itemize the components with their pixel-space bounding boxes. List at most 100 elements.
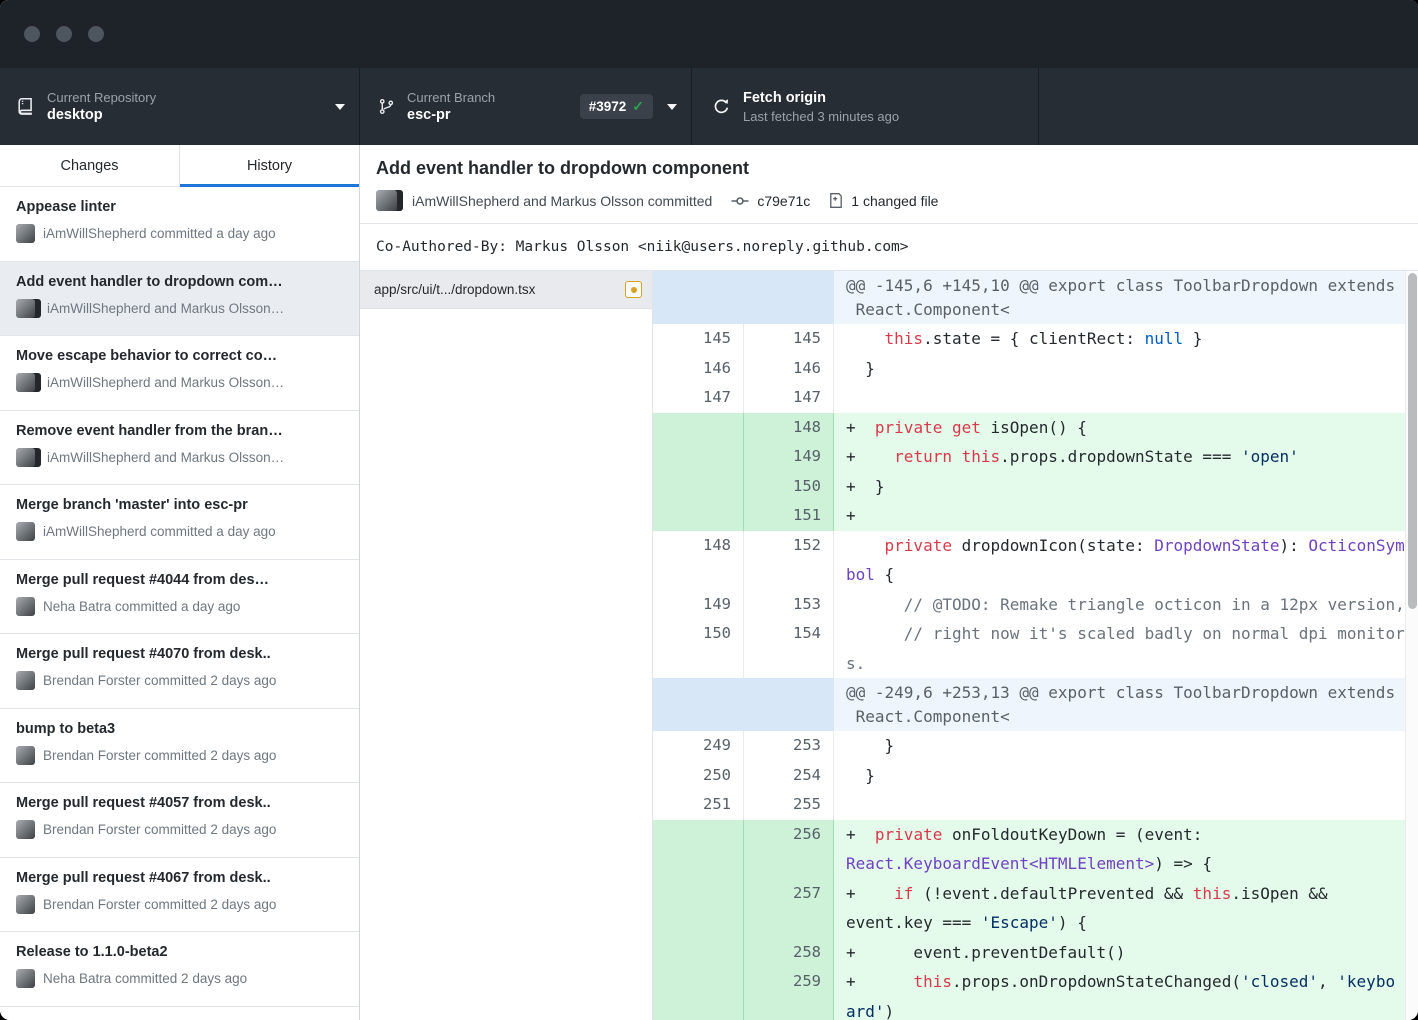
new-line-number: 255 bbox=[743, 790, 833, 820]
history-sidebar: Changes History Appease linteriAmWillShe… bbox=[0, 145, 360, 1020]
fetch-origin-button[interactable]: Fetch origin Last fetched 3 minutes ago bbox=[692, 68, 1039, 145]
commit-item-title: Remove event handler from the bran… bbox=[16, 421, 345, 441]
current-repository-button[interactable]: Current Repository desktop bbox=[0, 68, 360, 145]
commit-list-item[interactable]: Appease linteriAmWillShepherd committed … bbox=[0, 187, 359, 262]
new-line-number bbox=[743, 678, 833, 731]
new-line-number: 253 bbox=[743, 731, 833, 761]
diff-area: app/src/ui/t.../dropdown.tsx @@ -145,6 +… bbox=[360, 271, 1418, 1020]
new-line-number bbox=[743, 271, 833, 324]
commit-item-meta: Neha Batra committed 2 days ago bbox=[43, 971, 247, 986]
commit-item-meta: Brendan Forster committed 2 days ago bbox=[43, 748, 276, 763]
commit-byline: iAmWillShepherd and Markus Olsson commit… bbox=[412, 193, 712, 209]
commit-item-meta-row: Brendan Forster committed 2 days ago bbox=[16, 820, 345, 839]
commit-item-meta-row: iAmWillShepherd and Markus Olsson… bbox=[16, 373, 345, 392]
old-line-number bbox=[653, 442, 743, 472]
app-window: Current Repository desktop Current Branc… bbox=[0, 0, 1418, 1020]
diff-line-row: 258+ event.preventDefault() bbox=[653, 938, 1418, 968]
old-line-number bbox=[653, 678, 743, 731]
toolbar: Current Repository desktop Current Branc… bbox=[0, 68, 1418, 145]
commit-item-title: Move escape behavior to correct co… bbox=[16, 346, 345, 366]
new-line-number: 151 bbox=[743, 501, 833, 531]
repo-icon bbox=[16, 97, 35, 116]
diff-hunk-row: @@ -249,6 +253,13 @@ export class Toolba… bbox=[653, 678, 1418, 731]
pr-check-icon: ✓ bbox=[632, 98, 644, 115]
old-line-number: 146 bbox=[653, 354, 743, 384]
diff-line-row: 148152 private dropdownIcon(state: Dropd… bbox=[653, 531, 1418, 590]
tab-changes[interactable]: Changes bbox=[0, 145, 179, 186]
sidebar-tabs: Changes History bbox=[0, 145, 359, 187]
commit-item-meta-row: Neha Batra committed a day ago bbox=[16, 597, 345, 616]
old-line-number: 148 bbox=[653, 531, 743, 590]
diff-code: + private onFoldoutKeyDown = (event: Rea… bbox=[833, 820, 1418, 879]
diff-line-row: 251255 bbox=[653, 790, 1418, 820]
commit-title-heading: Add event handler to dropdown component bbox=[376, 158, 1402, 179]
avatar bbox=[16, 820, 35, 839]
diff-line-row: 150154 // right now it's scaled badly on… bbox=[653, 619, 1418, 678]
file-path: app/src/ui/t.../dropdown.tsx bbox=[374, 282, 625, 297]
old-line-number: 250 bbox=[653, 761, 743, 791]
diff-line-row: 151+ bbox=[653, 501, 1418, 531]
commit-item-meta-row: Brendan Forster committed 2 days ago bbox=[16, 746, 345, 765]
maximize-window-button[interactable] bbox=[88, 26, 104, 42]
avatar bbox=[16, 299, 39, 318]
new-line-number: 145 bbox=[743, 324, 833, 354]
new-line-number: 150 bbox=[743, 472, 833, 502]
fetch-label: Fetch origin bbox=[743, 89, 1024, 108]
commit-list-item[interactable]: bump to beta3Brendan Forster committed 2… bbox=[0, 709, 359, 784]
toolbar-spacer bbox=[1039, 68, 1418, 145]
avatar bbox=[376, 190, 403, 211]
old-line-number bbox=[653, 413, 743, 443]
commit-list-item[interactable]: Merge branch 'master' into esc-pr iAmWill… bbox=[0, 485, 359, 560]
diff-line-row: 150+ } bbox=[653, 472, 1418, 502]
new-line-number: 256 bbox=[743, 820, 833, 879]
commit-list-item[interactable]: Merge pull request #4044 from des…Neha B… bbox=[0, 560, 359, 635]
scrollbar-thumb[interactable] bbox=[1408, 273, 1417, 609]
diff-code: + if (!event.defaultPrevented && this.is… bbox=[833, 879, 1418, 938]
sync-icon bbox=[712, 97, 731, 116]
branch-name: esc-pr bbox=[407, 106, 580, 125]
old-line-number bbox=[653, 938, 743, 968]
commit-item-meta-row: iAmWillShepherd committed a day ago bbox=[16, 522, 345, 541]
new-line-number: 258 bbox=[743, 938, 833, 968]
old-line-number bbox=[653, 472, 743, 502]
avatar bbox=[16, 224, 35, 243]
diff-line-row: 149153 // @TODO: Remake triangle octicon… bbox=[653, 590, 1418, 620]
commit-item-title: Merge pull request #4056 from desk.. bbox=[16, 1017, 345, 1020]
commit-list-item[interactable]: Remove event handler from the bran…iAmWi… bbox=[0, 411, 359, 486]
diff-line-row: 145145 this.state = { clientRect: null } bbox=[653, 324, 1418, 354]
commit-list-item[interactable]: Merge pull request #4070 from desk..Bren… bbox=[0, 634, 359, 709]
diff-code: } bbox=[833, 731, 1418, 761]
commit-item-meta: Neha Batra committed a day ago bbox=[43, 599, 240, 614]
minimize-window-button[interactable] bbox=[56, 26, 72, 42]
commit-item-meta-row: iAmWillShepherd and Markus Olsson… bbox=[16, 299, 345, 318]
commit-item-title: Merge branch 'master' into esc-pr bbox=[16, 495, 345, 515]
old-line-number: 147 bbox=[653, 383, 743, 413]
diff-line-row: 148+ private get isOpen() { bbox=[653, 413, 1418, 443]
commit-list-item[interactable]: Add event handler to dropdown com…iAmWil… bbox=[0, 262, 359, 337]
diff-line-row: 149+ return this.props.dropdownState ===… bbox=[653, 442, 1418, 472]
commit-item-meta: Brendan Forster committed 2 days ago bbox=[43, 822, 276, 837]
commit-list-item[interactable]: Merge pull request #4056 from desk.. bbox=[0, 1007, 359, 1020]
diff-code bbox=[833, 790, 1418, 820]
commit-list-item[interactable]: Release to 1.1.0-beta2Neha Batra committ… bbox=[0, 932, 359, 1007]
repository-text: Current Repository desktop bbox=[47, 89, 335, 125]
avatar bbox=[16, 448, 39, 467]
new-line-number: 153 bbox=[743, 590, 833, 620]
file-list-item[interactable]: app/src/ui/t.../dropdown.tsx bbox=[360, 271, 652, 309]
close-window-button[interactable] bbox=[24, 26, 40, 42]
old-line-number: 145 bbox=[653, 324, 743, 354]
commit-item-meta-row: iAmWillShepherd committed a day ago bbox=[16, 224, 345, 243]
commit-list-item[interactable]: Merge pull request #4067 from desk..Bren… bbox=[0, 858, 359, 933]
diff-hunk-row: @@ -145,6 +145,10 @@ export class Toolba… bbox=[653, 271, 1418, 324]
diff-view: @@ -145,6 +145,10 @@ export class Toolba… bbox=[653, 271, 1418, 1020]
current-branch-button[interactable]: Current Branch esc-pr #3972 ✓ bbox=[360, 68, 692, 145]
diff-scrollbar bbox=[1405, 271, 1418, 1020]
repository-name: desktop bbox=[47, 106, 335, 125]
tab-history[interactable]: History bbox=[179, 145, 359, 186]
commit-list-item[interactable]: Merge pull request #4057 from desk..Bren… bbox=[0, 783, 359, 858]
commit-item-meta: iAmWillShepherd committed a day ago bbox=[43, 524, 276, 539]
new-line-number: 257 bbox=[743, 879, 833, 938]
diff-code: } bbox=[833, 761, 1418, 791]
avatar bbox=[16, 746, 35, 765]
commit-list-item[interactable]: Move escape behavior to correct co… iAmWi… bbox=[0, 336, 359, 411]
